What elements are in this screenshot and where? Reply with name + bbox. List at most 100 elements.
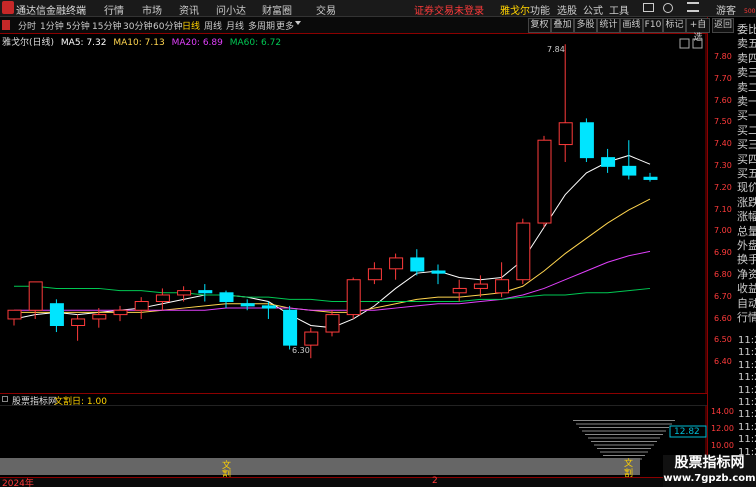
period-tab-60min[interactable]: 60分钟 [153,19,182,32]
candle-body [410,257,425,272]
period-tab-30min[interactable]: 30分钟 [123,19,152,32]
candle-body [198,290,213,294]
candle-body [71,318,86,326]
price-tick-label: 7.30 [714,161,732,170]
indicator-base-area [0,458,640,475]
tick-time: 11:29 [738,434,756,446]
chart-expand-icon[interactable] [692,38,703,49]
tick-time: 11:29 [738,359,756,371]
period-tab-5min[interactable]: 5分钟 [66,19,90,32]
tick-time: 11:29 [738,397,756,408]
indicator-header: 股票指标网 文割日: 1.00 [0,393,707,407]
price-tick-label: 7.50 [714,117,732,127]
candle-body [134,301,149,311]
more-dropdown-icon[interactable] [295,21,301,25]
stock-name: 雅戈尔 [500,6,530,17]
overlay-button[interactable]: 叠加 [551,18,574,33]
chart-settings-icon[interactable] [679,38,690,49]
legend-ma10: MA10: 7.13 [113,38,165,48]
period-tab-monthly[interactable]: 月线 [226,19,244,32]
candle-body [240,303,255,307]
menu-item-fortune[interactable]: 财富圈 [262,2,292,17]
kline-chart[interactable] [0,34,707,393]
draw-line-button[interactable]: 画线 [620,18,643,33]
price-tick-label: 7.00 [714,226,732,236]
candle-body [558,122,573,146]
multi-stock-button[interactable]: 多股 [574,18,597,33]
period-tab-multi[interactable]: 多周期 [248,19,275,32]
candle-body [622,165,637,176]
candle-body [113,309,128,316]
menu-item-market[interactable]: 市场 [142,2,162,17]
price-tick-label: 6.60 [714,313,732,323]
mark-button[interactable]: 标记 [663,18,686,33]
period-tab-weekly[interactable]: 周线 [204,19,222,32]
year-label: 2024年 [2,479,34,487]
back-button[interactable]: 返回 [712,18,734,33]
app-logo-icon [2,1,14,14]
tick-time: 11:29 [738,372,756,384]
price-tick-label: 7.60 [714,95,732,105]
candle-body [601,157,616,167]
candle-body [579,122,594,159]
add-favorite-button[interactable]: +自选 [686,18,710,43]
price-tick-label: 6.50 [714,335,732,345]
title-bar: 通达信金融终端 行情 市场 资讯 问小达 财富圈 交易 证券交易未登录 雅戈尔 … [0,0,756,17]
login-status[interactable]: 证券交易未登录 [414,2,484,17]
f10-button[interactable]: F10 [643,18,663,33]
quote-field-label: 行情 [737,311,756,324]
user-icon[interactable] [663,3,673,13]
tools-button[interactable]: 工具 [609,2,629,17]
price-tick-label: 7.10 [714,204,732,214]
candle-body [304,331,319,346]
price-tick-label: 7.40 [714,139,732,149]
price-tick-label: 6.70 [714,291,732,301]
window-icon[interactable] [643,3,654,12]
menu-icon[interactable] [687,2,699,12]
period-toolbar: 分时 1分钟 5分钟 15分钟 30分钟 60分钟 日线 周线 月线 多周期 更… [0,17,707,34]
indicator-tick-label: 14.00 [711,407,734,416]
period-tab-more[interactable]: 更多 [276,19,294,32]
menu-item-trade[interactable]: 交易 [316,2,336,17]
candle-body [367,268,382,281]
period-tab-daily[interactable]: 日线 [182,19,200,32]
price-tick-label: 7.80 [714,52,732,61]
tick-time: 11:29 [738,409,756,421]
candle-body [92,314,107,320]
indicator-tick-label: 10.00 [711,441,734,450]
date-axis: 2024年 2 [0,476,756,487]
func-button[interactable]: 功能 [530,2,550,17]
indicator-toggle-icon[interactable] [2,396,8,402]
candle-body [49,303,64,327]
indicator-chart[interactable] [0,406,707,477]
tick-time: 11:29 [738,335,756,346]
candle-body [473,283,488,289]
watermark-title: 股票指标网 [674,455,745,471]
tick-time: 11:29 [738,347,756,359]
adjust-button[interactable]: 复权 [528,18,551,33]
price-tick-label: 6.40 [714,357,732,367]
period-tab-intraday[interactable]: 分时 [18,19,36,32]
candle-body [643,176,658,180]
watermark-url: www.7gpzb.com [663,473,756,484]
guest-label[interactable]: 游客 [716,2,736,17]
candle-body [283,309,298,346]
candle-body [219,292,234,303]
toolbar-grip-icon [2,20,10,30]
month-label: 2 [432,476,438,486]
stock-pick-button[interactable]: 选股 [557,2,577,17]
period-tab-1min[interactable]: 1分钟 [40,19,64,32]
period-tab-15min[interactable]: 15分钟 [92,19,121,32]
menu-item-news[interactable]: 资讯 [179,2,199,17]
candle-body [495,279,510,294]
tick-time: 11:29 [738,421,756,433]
menu-item-quotes[interactable]: 行情 [104,2,124,17]
legend-ma5: MA5: 7.32 [60,38,107,48]
candle-body [177,290,192,296]
formula-button[interactable]: 公式 [583,2,603,17]
tick-time: 11:29 [738,384,756,396]
stats-button[interactable]: 统计 [597,18,620,33]
candle-body [28,281,43,311]
menu-item-ask[interactable]: 问小达 [216,2,246,17]
price-tick-label: 6.80 [714,270,732,279]
